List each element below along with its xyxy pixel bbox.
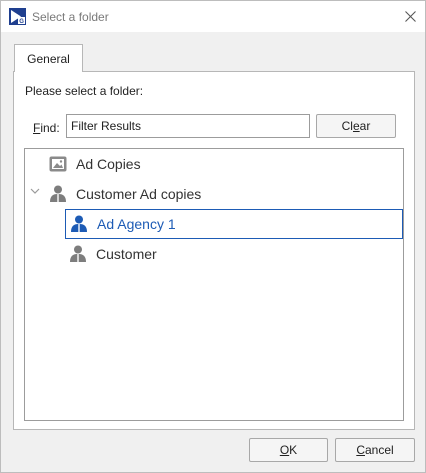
tree-item-ad-copies[interactable]: Ad Copies	[48, 150, 141, 178]
image-folder-icon	[48, 154, 68, 174]
cancel-button[interactable]: Cancel	[335, 438, 415, 462]
chevron-down-icon[interactable]	[29, 185, 41, 197]
title-bar: G Select a folder	[1, 1, 425, 32]
tree-item-label: Ad Agency 1	[97, 216, 176, 232]
close-button[interactable]	[395, 1, 425, 32]
clear-button[interactable]: Cl e ar	[316, 114, 396, 138]
close-icon	[404, 11, 416, 22]
person-folder-icon	[68, 244, 88, 264]
find-label: Find:	[33, 121, 60, 135]
select-folder-dialog: G Select a folder General Please select …	[0, 0, 426, 473]
tree-item-customer-ad-copies[interactable]: Customer Ad copies	[48, 180, 201, 208]
ok-button[interactable]: OK	[249, 438, 328, 462]
find-input[interactable]: Filter Results	[66, 114, 310, 138]
app-logo-icon: G	[9, 8, 26, 25]
window-title: Select a folder	[32, 10, 109, 24]
tree-item-ad-agency-1[interactable]: Ad Agency 1	[65, 209, 403, 239]
tree-item-label: Customer	[96, 246, 157, 262]
general-panel: Please select a folder: Find: Filter Res…	[13, 71, 415, 430]
person-folder-icon	[48, 184, 68, 204]
tree-item-label: Customer Ad copies	[76, 186, 202, 202]
person-folder-icon	[69, 214, 89, 234]
folder-tree[interactable]: Ad Copies Customer Ad copies Ad Agency 1…	[24, 148, 404, 421]
tab-general[interactable]: General	[14, 44, 83, 72]
tree-item-customer[interactable]: Customer	[68, 240, 157, 268]
folder-prompt: Please select a folder:	[25, 84, 144, 98]
tree-item-label: Ad Copies	[76, 156, 141, 172]
tab-general-label: General	[27, 52, 70, 66]
svg-text:G: G	[19, 19, 24, 25]
